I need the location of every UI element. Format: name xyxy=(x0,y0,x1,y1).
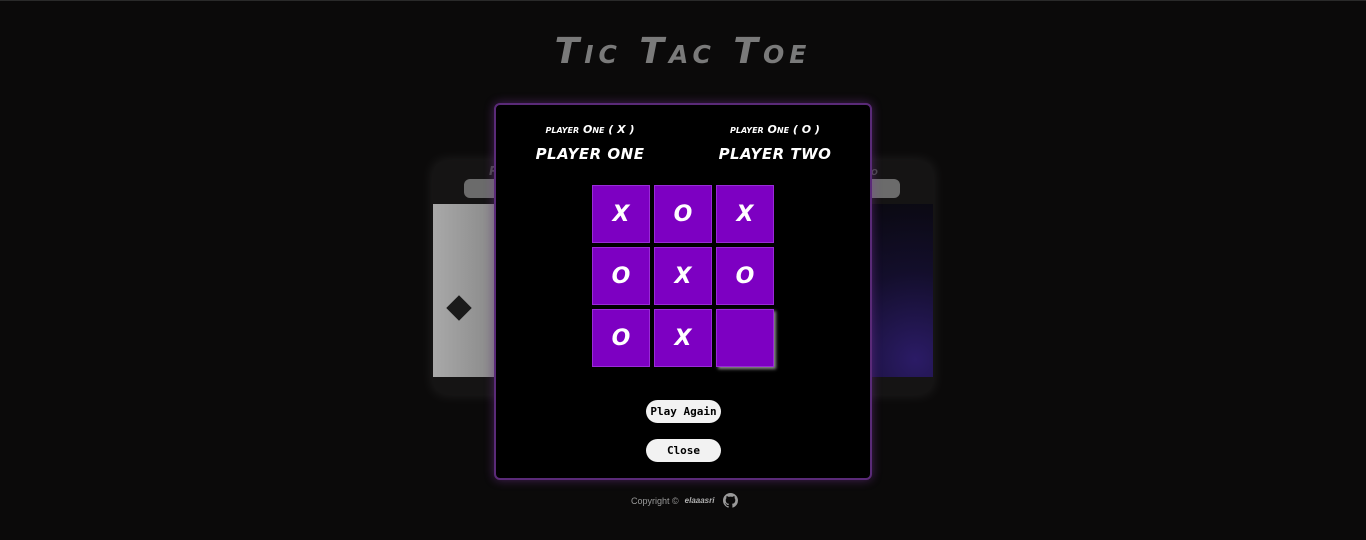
player-one-name: PLAYER ONE xyxy=(535,145,645,163)
board-cell-8[interactable]: X xyxy=(654,309,712,367)
play-again-button[interactable]: Play Again xyxy=(646,400,721,423)
board-cell-4[interactable]: O xyxy=(592,247,650,305)
board-cell-9[interactable] xyxy=(716,309,774,367)
board-cell-7[interactable]: O xyxy=(592,309,650,367)
player-two-label: player One ( O ) xyxy=(730,123,820,136)
copyright-text: Copyright © xyxy=(631,495,679,506)
board-cell-2[interactable]: O xyxy=(654,185,712,243)
diamond-shape xyxy=(446,295,472,321)
game-over-modal: player One ( X ) PLAYER ONE player One (… xyxy=(494,103,872,480)
board-cell-6[interactable]: O xyxy=(716,247,774,305)
github-icon[interactable] xyxy=(723,493,739,508)
player-one-label: player One ( X ) xyxy=(545,123,635,136)
board-cell-5[interactable]: X xyxy=(654,247,712,305)
author-link[interactable]: elaaasri xyxy=(685,496,715,505)
close-button[interactable]: Close xyxy=(646,439,721,462)
page-title: Tic Tac Toe xyxy=(554,31,812,72)
player-two-name: PLAYER TWO xyxy=(718,145,832,163)
board-cell-1[interactable]: X xyxy=(592,185,650,243)
footer: Copyright © elaaasri xyxy=(631,493,739,508)
board-cell-3[interactable]: X xyxy=(716,185,774,243)
game-board: X O X O X O O X xyxy=(592,185,774,367)
